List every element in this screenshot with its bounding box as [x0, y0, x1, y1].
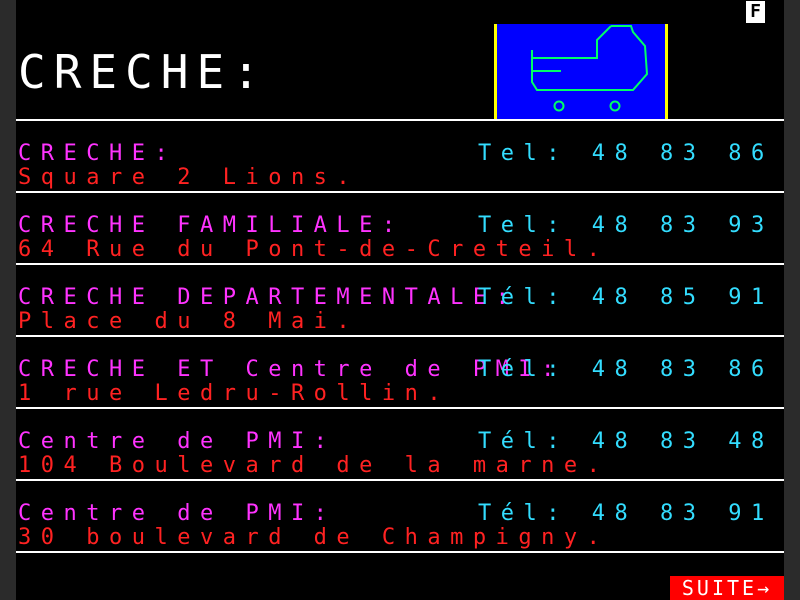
entry-address: 104 Boulevard de la marne. — [18, 453, 610, 478]
entry-name: CRECHE FAMILIALE: — [18, 213, 405, 238]
list-item[interactable]: CRECHE DEPARTEMENTALE: Tél: 48 85 91 68 … — [16, 264, 784, 336]
entry-phone: Tél: 48 83 91 22 — [478, 501, 774, 526]
entry-address: Square 2 Lions. — [18, 165, 360, 190]
list-item[interactable]: CRECHE FAMILIALE: Tel: 48 83 93 59 64 Ru… — [16, 192, 784, 264]
entry-name: Centre de PMI: — [18, 429, 337, 454]
suite-button[interactable]: SUITE→ — [670, 576, 784, 600]
baby-carriage-icon — [531, 25, 649, 112]
entry-phone: Tél: 48 83 48 42 — [478, 429, 774, 454]
entry-address: 1 rue Ledru-Rollin. — [18, 381, 451, 406]
entry-name: CRECHE: — [18, 141, 178, 166]
list-item[interactable]: Centre de PMI: Tél: 48 83 91 22 30 boule… — [16, 480, 784, 552]
divider — [16, 551, 784, 553]
page-title: CRECHE: — [18, 45, 268, 99]
entry-address: 64 Rue du Pont-de-Creteil. — [18, 237, 610, 262]
list-item[interactable]: CRECHE: Tel: 48 83 86 13 Square 2 Lions. — [16, 120, 784, 192]
minitel-screen: F CRECHE: CRECHE: Tel: 48 83 86 13 Squar… — [16, 0, 784, 600]
baby-carriage-image — [494, 24, 668, 120]
entry-name: Centre de PMI: — [18, 501, 337, 526]
entry-phone: Tel: 48 83 93 59 — [478, 213, 774, 238]
entry-name: CRECHE DEPARTEMENTALE: — [18, 285, 519, 310]
entry-address: 30 boulevard de Champigny. — [18, 525, 610, 550]
entry-address: Place du 8 Mai. — [18, 309, 360, 334]
entry-phone: Tel: 48 83 86 13 — [478, 141, 774, 166]
entry-phone: Tél: 48 83 86 13 — [478, 357, 774, 382]
entry-phone: Tél: 48 85 91 68 — [478, 285, 774, 310]
list-item[interactable]: Centre de PMI: Tél: 48 83 48 42 104 Boul… — [16, 408, 784, 480]
list-item[interactable]: CRECHE ET Centre de PMI: Tél: 48 83 86 1… — [16, 336, 784, 408]
mode-indicator: F — [746, 1, 765, 23]
